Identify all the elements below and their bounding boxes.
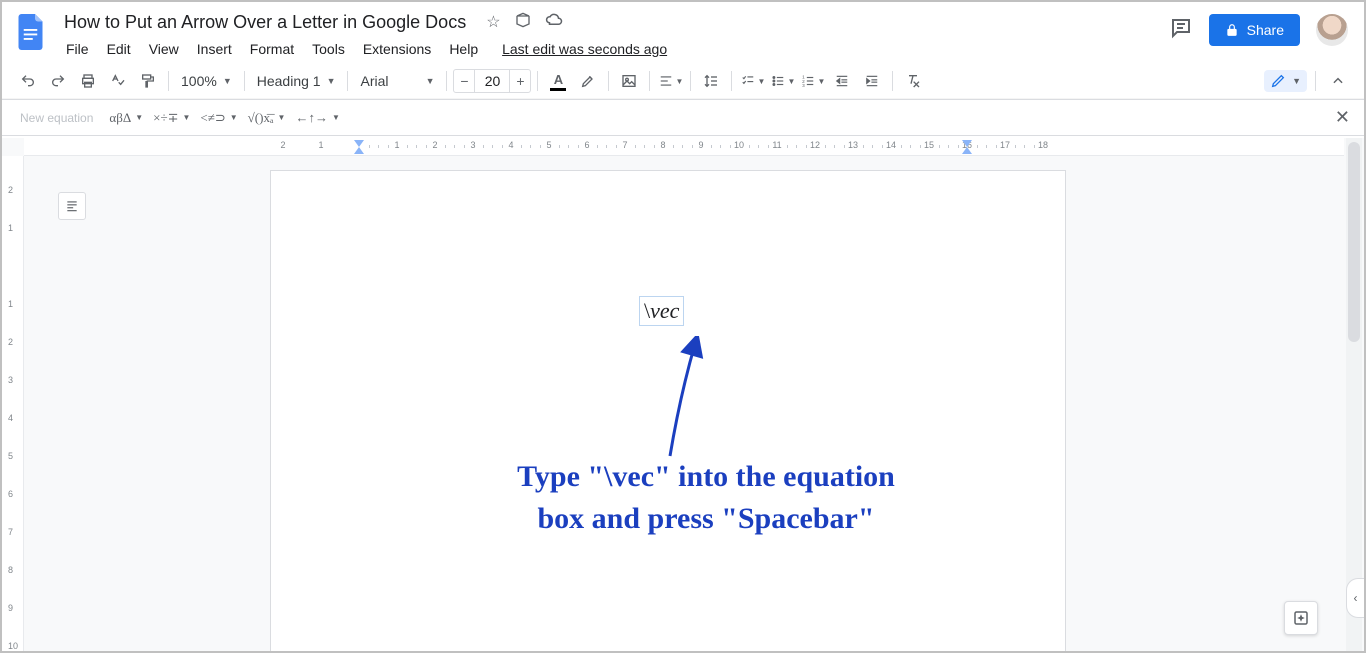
scrollbar-thumb[interactable] xyxy=(1348,142,1360,342)
style-value: Heading 1 xyxy=(257,73,321,89)
document-area: 21123456789101112131415161718 2112345678… xyxy=(2,138,1364,651)
annotation-line-1: Type "\vec" into the equation xyxy=(436,456,976,498)
menu-extensions[interactable]: Extensions xyxy=(355,37,439,61)
menu-view[interactable]: View xyxy=(141,37,187,61)
comments-icon[interactable] xyxy=(1169,16,1193,45)
editing-mode-button[interactable]: ▼ xyxy=(1264,70,1307,92)
redo-button[interactable] xyxy=(44,67,72,95)
paragraph-style-selector[interactable]: Heading 1▼ xyxy=(251,68,342,94)
highlight-color-button[interactable] xyxy=(574,67,602,95)
equation-text: vec xyxy=(650,298,679,323)
font-value: Arial xyxy=(360,73,388,89)
eq-operators-button[interactable]: ×÷∓▼ xyxy=(153,110,190,126)
font-size-input[interactable]: 20 xyxy=(475,69,509,93)
cloud-status-icon[interactable] xyxy=(545,12,563,33)
eq-greek-button[interactable]: αβΔ▼ xyxy=(109,110,143,126)
svg-text:3: 3 xyxy=(802,83,805,88)
bulleted-list-button[interactable]: ▼ xyxy=(768,67,796,95)
horizontal-ruler[interactable]: 21123456789101112131415161718 xyxy=(24,138,1344,156)
align-button[interactable]: ▼ xyxy=(656,67,684,95)
increase-indent-button[interactable] xyxy=(858,67,886,95)
print-button[interactable] xyxy=(74,67,102,95)
eq-arrows-button[interactable]: ←↑→▼ xyxy=(295,110,339,126)
menu-format[interactable]: Format xyxy=(242,37,302,61)
font-selector[interactable]: Arial▼ xyxy=(354,68,440,94)
spellcheck-button[interactable] xyxy=(104,67,132,95)
document-outline-button[interactable] xyxy=(58,192,86,220)
share-button[interactable]: Share xyxy=(1209,14,1300,46)
star-icon[interactable]: ☆ xyxy=(486,12,500,33)
insert-image-button[interactable] xyxy=(615,67,643,95)
menu-tools[interactable]: Tools xyxy=(304,37,353,61)
main-toolbar: 100%▼ Heading 1▼ Arial▼ − 20 + A ▼ ▼ ▼ 1… xyxy=(2,62,1364,100)
zoom-value: 100% xyxy=(181,73,217,89)
text-color-button[interactable]: A xyxy=(544,67,572,95)
checklist-button[interactable]: ▼ xyxy=(738,67,766,95)
eq-relations-button[interactable]: <≠⊃▼ xyxy=(200,110,237,126)
equation-input-box[interactable]: \vec xyxy=(639,296,684,326)
explore-button[interactable] xyxy=(1284,601,1318,635)
equation-toolbar: New equation αβΔ▼ ×÷∓▼ <≠⊃▼ √()x͞ₐ▼ ←↑→▼… xyxy=(2,100,1364,136)
menu-edit[interactable]: Edit xyxy=(99,37,139,61)
annotation-arrow xyxy=(640,336,720,466)
vertical-ruler[interactable]: 2112345678910 xyxy=(2,156,24,651)
line-spacing-button[interactable] xyxy=(697,67,725,95)
share-label: Share xyxy=(1247,22,1284,38)
decrease-indent-button[interactable] xyxy=(828,67,856,95)
side-panel-toggle[interactable]: ‹ xyxy=(1346,578,1364,618)
undo-button[interactable] xyxy=(14,67,42,95)
font-size-increase[interactable]: + xyxy=(509,69,531,93)
eq-math-button[interactable]: √()x͞ₐ▼ xyxy=(248,110,286,126)
close-equation-toolbar-icon[interactable]: ✕ xyxy=(1335,107,1350,128)
vertical-scrollbar[interactable] xyxy=(1346,138,1362,651)
move-icon[interactable] xyxy=(515,12,531,33)
numbered-list-button[interactable]: 123▼ xyxy=(798,67,826,95)
zoom-selector[interactable]: 100%▼ xyxy=(175,68,238,94)
account-avatar[interactable] xyxy=(1316,14,1348,46)
new-equation-button: New equation xyxy=(14,111,99,125)
docs-logo[interactable] xyxy=(12,12,52,52)
font-size-decrease[interactable]: − xyxy=(453,69,475,93)
hide-menus-button[interactable] xyxy=(1324,67,1352,95)
menu-file[interactable]: File xyxy=(58,37,97,61)
clear-formatting-button[interactable] xyxy=(899,67,927,95)
annotation-line-2: box and press "Spacebar" xyxy=(436,498,976,540)
document-title[interactable]: How to Put an Arrow Over a Letter in Goo… xyxy=(58,10,472,35)
last-edit-link[interactable]: Last edit was seconds ago xyxy=(494,37,675,61)
paint-format-button[interactable] xyxy=(134,67,162,95)
menu-help[interactable]: Help xyxy=(441,37,486,61)
annotation-text: Type "\vec" into the equation box and pr… xyxy=(436,456,976,540)
menu-insert[interactable]: Insert xyxy=(189,37,240,61)
